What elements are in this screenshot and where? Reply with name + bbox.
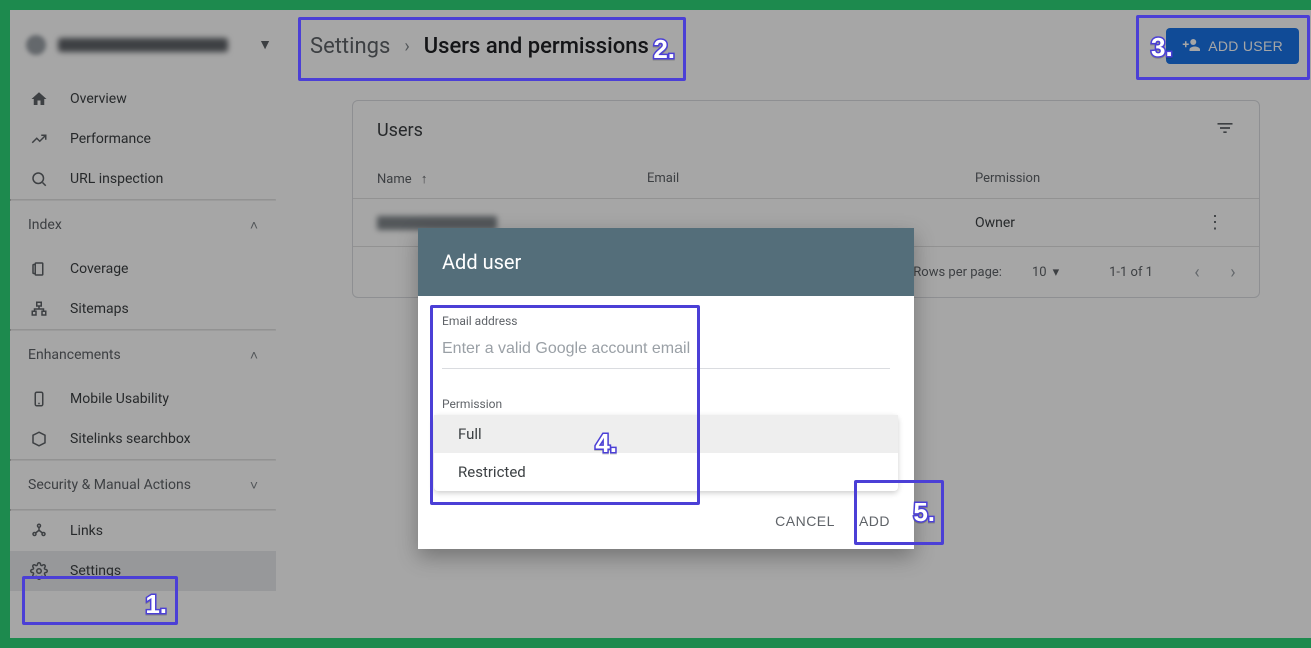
dialog-title: Add user (418, 228, 914, 296)
permission-option-restricted[interactable]: Restricted (434, 453, 898, 491)
cancel-button[interactable]: CANCEL (775, 513, 835, 529)
permission-field-label: Permission (442, 397, 890, 411)
permission-dropdown-options: Full Restricted (434, 415, 898, 491)
add-button[interactable]: ADD (859, 513, 890, 529)
add-user-dialog: Add user Email address Permission Full R… (418, 228, 914, 549)
email-field-label: Email address (442, 314, 890, 328)
permission-option-full[interactable]: Full (434, 415, 898, 453)
email-field[interactable] (442, 334, 890, 369)
